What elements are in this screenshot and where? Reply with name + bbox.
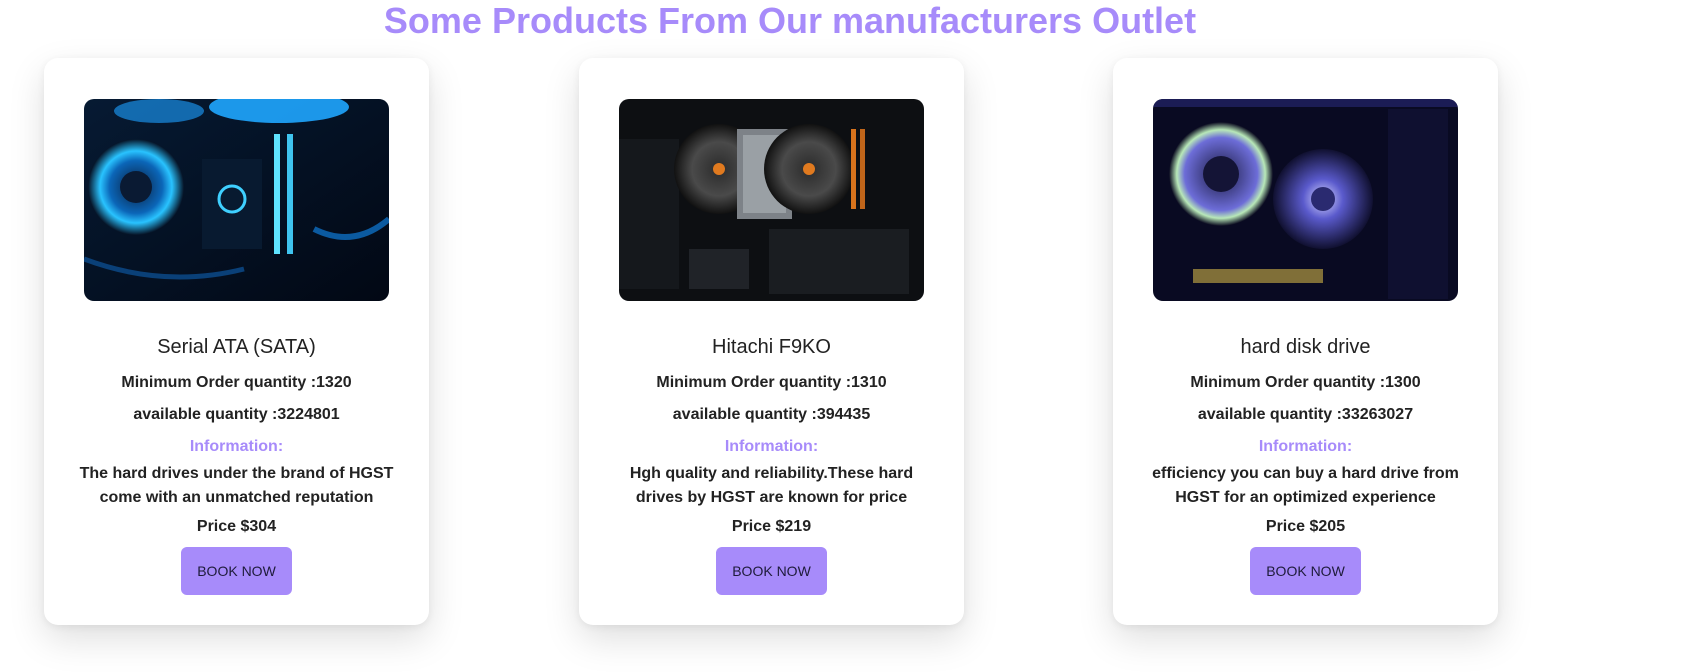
product-price: Price $219 bbox=[731, 518, 812, 535]
information-text: efficiency you can buy a hard drive from… bbox=[1152, 465, 1459, 506]
page-title: Some Products From Our manufacturers Out… bbox=[383, 0, 1197, 41]
minimum-order-quantity: Minimum Order quantity :1310 bbox=[656, 374, 887, 391]
information-label: Information: bbox=[724, 438, 819, 455]
available-quantity: available quantity :394435 bbox=[672, 406, 871, 423]
information-text: The hard drives under the brand of HGST … bbox=[79, 465, 394, 506]
minimum-order-quantity: Minimum Order quantity :1300 bbox=[1190, 374, 1421, 391]
product-image bbox=[1153, 99, 1458, 301]
book-now-button[interactable]: BOOK NOW bbox=[181, 547, 292, 595]
product-price: Price $205 bbox=[1265, 518, 1346, 535]
product-card: Hitachi F9KO Minimum Order quantity :131… bbox=[579, 58, 964, 625]
product-name: Serial ATA (SATA) bbox=[157, 336, 316, 358]
information-label: Information: bbox=[1258, 438, 1353, 455]
available-quantity: available quantity :33263027 bbox=[1197, 406, 1414, 423]
product-price: Price $304 bbox=[196, 518, 277, 535]
book-now-button[interactable]: BOOK NOW bbox=[716, 547, 827, 595]
minimum-order-quantity: Minimum Order quantity :1320 bbox=[121, 374, 352, 391]
information-text: Hgh quality and reliability.These hard d… bbox=[629, 465, 914, 506]
product-image bbox=[619, 99, 924, 301]
book-now-button[interactable]: BOOK NOW bbox=[1250, 547, 1361, 595]
product-name: Hitachi F9KO bbox=[712, 336, 831, 358]
product-name: hard disk drive bbox=[1240, 336, 1371, 358]
information-label: Information: bbox=[189, 438, 284, 455]
available-quantity: available quantity :3224801 bbox=[133, 406, 340, 423]
product-card: Serial ATA (SATA) Minimum Order quantity… bbox=[44, 58, 429, 625]
product-card: hard disk drive Minimum Order quantity :… bbox=[1113, 58, 1498, 625]
product-image bbox=[84, 99, 389, 301]
